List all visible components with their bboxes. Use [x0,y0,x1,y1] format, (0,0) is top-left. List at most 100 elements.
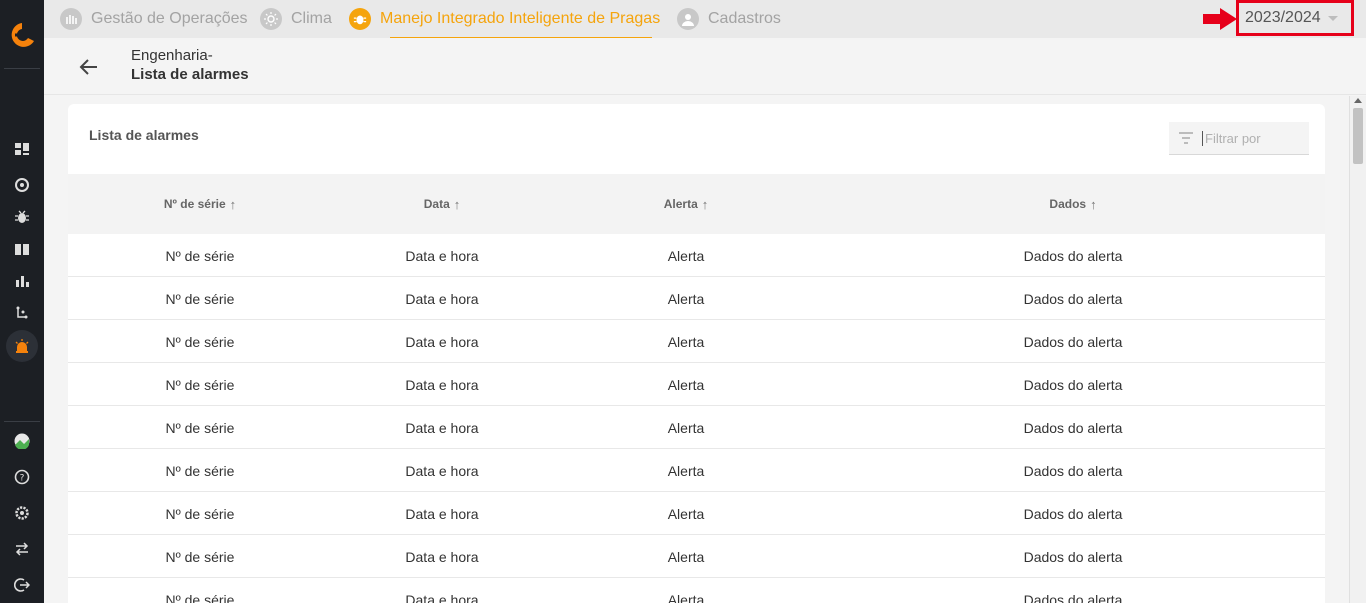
table-header: Nº de série ↑ Data ↑ Alerta ↑ Dados ↑ [68,174,1325,234]
cell-date: Data e hora [405,376,479,393]
cell-data: Dados do alerta [1023,505,1123,522]
avatar[interactable] [11,430,33,452]
cell-data: Dados do alerta [1023,247,1123,264]
cell-data: Dados do alerta [1023,290,1123,307]
cell-alert: Alerta [667,376,705,393]
column-header-label: Dados [1049,197,1087,211]
scrollbar-thumb[interactable] [1353,108,1363,164]
cell-data: Dados do alerta [1023,462,1123,479]
column-header-date[interactable]: Data ↑ [362,174,522,234]
book-icon[interactable] [11,238,33,260]
svg-text:?: ? [20,474,25,484]
cell-serial: Nº de série [165,505,235,522]
table-row[interactable]: Nº de série Data e hora Alerta Dados do … [68,578,1325,603]
tab-label: Gestão de Operações [91,10,248,27]
operations-icon [60,8,82,30]
cell-data: Dados do alerta [1023,333,1123,350]
bug-icon[interactable] [11,206,33,228]
cell-serial: Nº de série [165,333,235,350]
cell-data: Dados do alerta [1023,376,1123,393]
sort-arrow-icon: ↑ [453,196,461,212]
logout-icon[interactable] [11,574,33,596]
cell-alert: Alerta [667,247,705,264]
help-icon[interactable]: ? [11,466,33,488]
alarm-list-card: Lista de alarmes Nº de série↑ Data↑ Aler… [68,104,1325,603]
cell-date: Data e hora [405,290,479,307]
cell-date: Data e hora [405,247,479,264]
table-row[interactable]: Nº de série Data e hora Alerta Dados do … [68,234,1325,277]
sidebar-divider [4,421,40,422]
radar-icon[interactable] [11,174,33,196]
season-select[interactable]: 2023/2024 [1236,0,1354,36]
table-row[interactable]: Nº de série Data e hora Alerta Dados do … [68,449,1325,492]
app-root: ? Gestão de Operações Clima Manejo Integ… [0,0,1366,603]
season-value: 2023/2024 [1245,9,1321,26]
flow-icon[interactable] [11,302,33,324]
card-title: Lista de alarmes [89,127,199,143]
sidebar-divider [4,68,40,69]
table-row[interactable]: Nº de série Data e hora Alerta Dados do … [68,277,1325,320]
column-header-alert[interactable]: Alerta ↑ [606,174,766,234]
breadcrumb-parent[interactable]: Engenharia- [131,47,213,64]
filter-field[interactable] [1169,122,1309,155]
tab-label: Cadastros [708,10,781,27]
column-header-label: Alerta [663,197,698,211]
cell-serial: Nº de série [165,376,235,393]
table-row[interactable]: Nº de série Data e hora Alerta Dados do … [68,363,1325,406]
table-body: Nº de série Data e hora Alerta Dados do … [68,234,1325,603]
cell-data: Dados do alerta [1023,591,1123,603]
alarm-icon[interactable] [11,335,33,357]
cell-data: Dados do alerta [1023,419,1123,436]
dashboard-icon[interactable] [11,138,33,160]
page-title: Lista de alarmes [131,66,249,83]
tab-cadastros[interactable]: Cadastros [677,0,781,38]
page-header: Engenharia- Lista de alarmes [44,38,1366,95]
table-row[interactable]: Nº de série Data e hora Alerta Dados do … [68,406,1325,449]
cell-alert: Alerta [667,591,705,603]
cell-serial: Nº de série [165,419,235,436]
sun-icon [260,8,282,30]
cell-serial: Nº de série [165,247,235,264]
cell-date: Data e hora [405,333,479,350]
table-row[interactable]: Nº de série Data e hora Alerta Dados do … [68,535,1325,578]
cell-date: Data e hora [405,462,479,479]
tab-clima[interactable]: Clima [260,0,332,38]
settings-icon[interactable] [11,502,33,524]
table-row[interactable]: Nº de série Data e hora Alerta Dados do … [68,320,1325,363]
sort-arrow-icon: ↑ [701,196,709,212]
column-header-label: Nº de série [163,197,226,211]
chart-icon[interactable] [11,270,33,292]
tab-label: Clima [291,10,332,27]
cell-data: Dados do alerta [1023,548,1123,565]
bug-icon [349,8,371,30]
tab-manejo-pragas[interactable]: Manejo Integrado Inteligente de Pragas [349,0,660,38]
top-navigation: Gestão de Operações Clima Manejo Integra… [44,0,1366,39]
sort-arrow-icon: ↑ [229,196,237,212]
cell-serial: Nº de série [165,290,235,307]
logo[interactable] [6,20,38,50]
scroll-up-icon[interactable] [1354,98,1362,103]
cell-serial: Nº de série [165,591,235,603]
column-header-data[interactable]: Dados ↑ [988,174,1158,234]
table-row[interactable]: Nº de série Data e hora Alerta Dados do … [68,492,1325,535]
back-arrow-icon[interactable] [78,56,100,78]
tab-gestao-operacoes[interactable]: Gestão de Operações [60,0,248,38]
user-icon [677,8,699,30]
cell-serial: Nº de série [165,462,235,479]
filter-input[interactable] [1202,130,1302,146]
tab-label: Manejo Integrado Inteligente de Pragas [380,10,661,27]
cell-date: Data e hora [405,548,479,565]
cell-alert: Alerta [667,290,705,307]
filter-icon [1179,132,1193,144]
sidebar: ? [0,0,44,603]
cell-alert: Alerta [667,462,705,479]
cell-date: Data e hora [405,419,479,436]
cell-alert: Alerta [667,333,705,350]
cell-alert: Alerta [667,505,705,522]
page-scrollbar[interactable] [1349,96,1366,603]
column-header-serial[interactable]: Nº de série ↑ [120,174,280,234]
cell-serial: Nº de série [165,548,235,565]
cell-alert: Alerta [667,419,705,436]
swap-icon[interactable] [11,538,33,560]
cell-date: Data e hora [405,505,479,522]
